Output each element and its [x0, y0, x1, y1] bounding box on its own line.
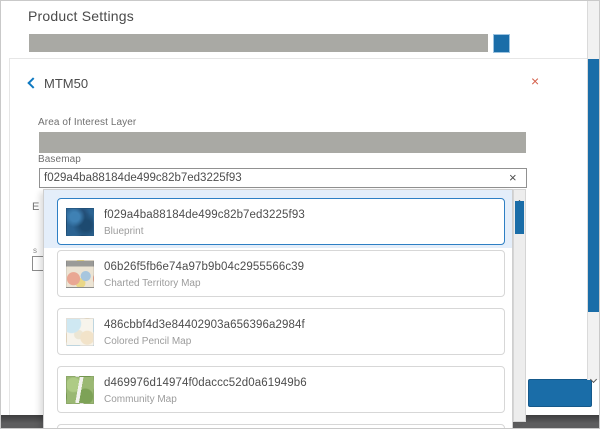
basemap-item-id: 06b26f5fb6e74a97b9b04c2955566c39: [104, 261, 304, 274]
basemap-item-thumbnail: [66, 376, 94, 404]
basemap-label: Basemap: [38, 154, 81, 165]
basemap-item-id: 486cbbf4d3e84402903a656396a2984f: [104, 319, 305, 332]
back-navigation[interactable]: MTM50: [29, 75, 88, 91]
primary-action-button[interactable]: [528, 379, 592, 407]
clear-x-icon[interactable]: ×: [509, 170, 517, 185]
basemap-item-thumbnail: [66, 318, 94, 346]
product-settings-window: Product Settings MTM50 × Area of Interes…: [0, 0, 600, 429]
chevron-left-icon: [27, 77, 38, 88]
basemap-list-item-partial[interactable]: [57, 424, 505, 429]
basemap-dropdown-list: f029a4ba88184de499c82b7ed3225f93 Bluepri…: [57, 198, 505, 429]
basemap-list-item[interactable]: f029a4ba88184de499c82b7ed3225f93 Bluepri…: [57, 198, 505, 245]
obscured-label-fragment: E: [32, 201, 39, 213]
panel-left-border: [9, 58, 10, 415]
basemap-item-name: Blueprint: [104, 226, 305, 238]
dropdown-scrollbar-thumb[interactable]: [515, 201, 524, 234]
header-placeholder-bar: [29, 34, 488, 52]
close-icon[interactable]: ×: [531, 74, 539, 88]
basemap-item-thumbnail: [66, 208, 94, 236]
basemap-list-item[interactable]: 486cbbf4d3e84402903a656396a2984f Colored…: [57, 308, 505, 355]
basemap-item-thumbnail: [66, 260, 94, 288]
basemap-input[interactable]: [39, 168, 527, 188]
basemap-item-name: Charted Territory Map: [104, 278, 304, 290]
page-scrollbar-thumb[interactable]: [588, 59, 600, 312]
basemap-item-id: f029a4ba88184de499c82b7ed3225f93: [104, 209, 305, 222]
header-blue-swatch[interactable]: [493, 34, 510, 53]
page-title: Product Settings: [28, 8, 134, 24]
back-label: MTM50: [44, 76, 88, 91]
basemap-item-name: Colored Pencil Map: [104, 336, 305, 348]
area-of-interest-placeholder-bar: [39, 132, 526, 153]
area-of-interest-label: Area of Interest Layer: [38, 117, 136, 128]
basemap-dropdown: f029a4ba88184de499c82b7ed3225f93 Bluepri…: [43, 189, 513, 429]
basemap-list-item[interactable]: 06b26f5fb6e74a97b9b04c2955566c39 Charted…: [57, 250, 505, 297]
basemap-list-item[interactable]: d469976d14974f0daccc52d0a61949b6 Communi…: [57, 366, 505, 413]
dropdown-scrollbar-down-icon[interactable]: [517, 413, 522, 429]
header-divider: [9, 58, 587, 59]
basemap-item-id: d469976d14974f0daccc52d0a61949b6: [104, 377, 307, 390]
basemap-item-name: Community Map: [104, 394, 307, 406]
page-scrollbar-down-icon[interactable]: [591, 369, 596, 387]
obscured-small-fragment: s: [33, 246, 37, 255]
